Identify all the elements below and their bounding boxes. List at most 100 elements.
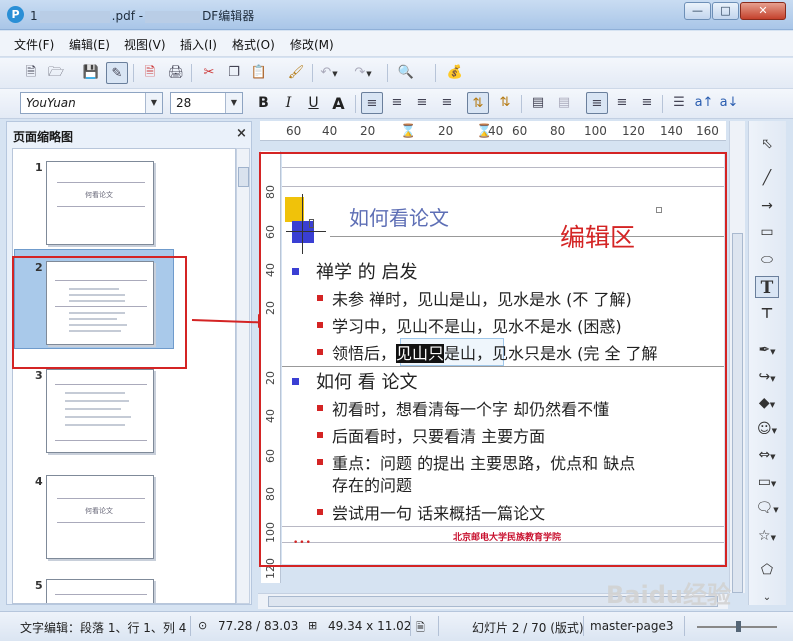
align-justify-icon[interactable]: ≡ [436,92,458,114]
symbol-shapes-icon[interactable]: ☺▼ [755,418,779,440]
zoom-slider-handle[interactable] [736,621,741,632]
size-icon: ⊞ [308,619,318,632]
thumbnail-scrollbar[interactable] [236,148,250,604]
select-pointer-icon[interactable]: ⬁ [755,133,779,155]
title-suffix: DF编辑器 [202,9,255,23]
line-tool-icon[interactable]: ╱ [755,167,779,189]
horizontal-ruler[interactable]: 60 40 20 ⌛ 20 ⌛ 40 60 80 100 120 140 160 [260,121,726,141]
slide-thumbnail-1[interactable]: 何看论文 [46,161,154,245]
chevron-down-icon[interactable]: ⌄ [755,587,779,609]
menu-modify[interactable]: 修改(M) [290,36,334,53]
thumbnail-text [65,400,129,402]
curve-tool-icon[interactable]: ✒▼ [755,339,779,361]
ruler-label: 20 [438,124,454,138]
slide-thumbnail-4[interactable]: 何看论文 [46,475,154,559]
undo-icon[interactable]: ↶▼ [318,62,340,84]
align-left-icon[interactable]: ≡ [361,92,383,114]
title-prefix: 1 [30,9,38,23]
ruler-label: 140 [660,124,683,138]
ruler-label: 40 [488,124,504,138]
rectangle-tool-icon[interactable]: ▭ [755,221,779,243]
numbered-list-icon[interactable]: ▤ [553,92,575,114]
toolbar-separator [435,64,436,82]
block-arrows-icon[interactable]: ⇔▼ [755,444,779,466]
spacing-15-icon[interactable]: ≡ [611,92,633,114]
spacing-1-icon[interactable]: ≡ [586,92,608,114]
export-pdf-icon[interactable]: 🗎 [139,62,161,84]
thumbnail-text [65,392,125,394]
document-modified-icon[interactable]: 🗎 [416,619,425,638]
toolbar-separator [521,95,522,113]
align-right-icon[interactable]: ≡ [411,92,433,114]
menu-bar: 文件(F) 编辑(E) 视图(V) 插入(I) 格式(O) 修改(M) [0,31,793,57]
bullet-list-icon[interactable]: ▤ [527,92,549,114]
close-button[interactable]: ✕ [740,2,786,20]
thumbnail-list[interactable]: 1 何看论文 2 3 4 何看论文 5 [12,148,236,604]
save-icon[interactable]: 💾 [80,62,102,84]
toolbar-separator [312,64,313,82]
line-spacing-down-icon[interactable]: ⇅ [494,92,516,114]
arrow-tool-icon[interactable]: → [755,195,779,217]
menu-insert[interactable]: 插入(I) [180,36,217,53]
status-separator [190,616,191,636]
maximize-button[interactable]: □ [712,2,739,20]
font-size-value: 28 [176,96,192,110]
menu-view[interactable]: 视图(V) [124,36,166,53]
clone-format-icon[interactable]: 🖌 [285,62,307,84]
standard-toolbar: 🗎 🗁▼ 💾 ✎ 🗎 🖨 ✂ ❐ 📋▼ 🖌 ↶▼ ↷▼ 🔍▼ 💰 [0,58,793,100]
font-name-select[interactable]: YouYuan ▼ [20,92,163,114]
app-logo-icon[interactable]: 💰 [444,62,466,84]
menu-file[interactable]: 文件(F) [14,36,54,53]
scrollbar-thumb[interactable] [238,167,249,187]
copy-icon[interactable]: ❐ [223,62,245,84]
stars-icon[interactable]: ☆▼ [755,525,779,547]
shadow-button[interactable]: A [328,93,349,114]
spacing-2-icon[interactable]: ≡ [636,92,658,114]
bold-button[interactable]: B [253,93,274,114]
polygon-tool-icon[interactable]: ⬠ [755,559,779,581]
redo-icon[interactable]: ↷▼ [352,62,374,84]
slide-thumbnail-5[interactable] [46,579,154,603]
canvas-vertical-scrollbar[interactable] [729,121,745,593]
flowchart-icon[interactable]: ▭▼ [755,471,779,493]
status-size: 49.34 x 11.02 [328,619,412,633]
open-folder-icon[interactable]: 🗁▼ [45,62,67,100]
close-icon[interactable]: × [236,126,247,141]
edit-mode-icon[interactable]: ✎ [106,62,128,84]
minimize-button[interactable]: — [684,2,711,20]
slide-thumbnail-3[interactable] [46,369,154,453]
line-spacing-up-icon[interactable]: ⇅ [467,92,489,114]
align-center-icon[interactable]: ≡ [386,92,408,114]
text-tool-icon[interactable]: T [755,276,779,298]
paste-icon[interactable]: 📋▼ [248,62,270,100]
indent-marker-icon[interactable]: ⌛ [400,124,416,139]
basic-shapes-icon[interactable]: ◆▼ [755,392,779,414]
chevron-down-icon[interactable]: ▼ [145,93,162,113]
print-icon[interactable]: 🖨 [165,62,187,84]
zoom-icon[interactable]: 🔍▼ [395,62,417,100]
title-bar: P 1 .pdf - DF编辑器 — □ ✕ [0,0,793,30]
vertical-text-tool-icon[interactable]: ⊤ [755,303,779,325]
toolbar-separator [662,95,663,113]
cut-icon[interactable]: ✂ [198,62,220,84]
toolbar-separator [355,95,356,113]
connector-tool-icon[interactable]: ↪▼ [755,366,779,388]
ellipse-tool-icon[interactable]: ⬭ [755,249,779,271]
scrollbar-thumb[interactable] [732,233,743,593]
menu-format[interactable]: 格式(O) [232,36,275,53]
new-document-icon[interactable]: 🗎 [20,62,42,84]
chevron-down-icon[interactable]: ▼ [225,93,242,113]
position-icon: ⊙ [198,619,208,632]
status-position: 77.28 / 83.03 [218,619,299,633]
menu-edit[interactable]: 编辑(E) [69,36,110,53]
increase-font-icon[interactable]: a↑ [693,92,715,114]
decrease-font-icon[interactable]: a↓ [718,92,740,114]
italic-button[interactable]: I [278,93,299,114]
callouts-icon[interactable]: 🗨▼ [755,497,779,519]
list-icon[interactable]: ☰ [668,92,690,114]
thumbnail-number: 1 [35,161,43,174]
font-size-select[interactable]: 28 ▼ [170,92,243,114]
underline-button[interactable]: U [303,93,324,114]
title-redacted-2 [145,10,201,23]
app-icon: P [7,6,24,23]
